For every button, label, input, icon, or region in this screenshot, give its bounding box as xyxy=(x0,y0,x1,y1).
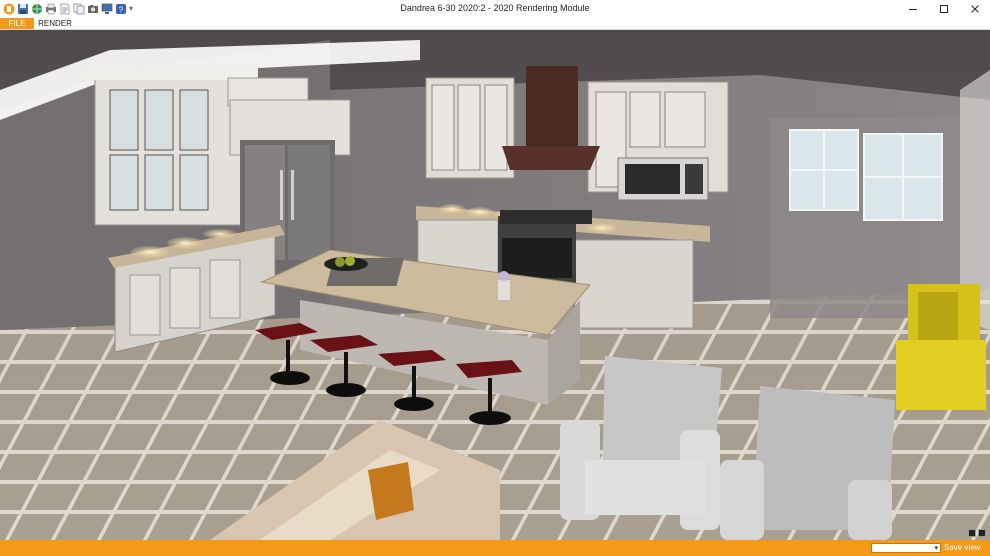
monitor-icon[interactable] xyxy=(100,2,113,15)
globe-icon[interactable] xyxy=(30,2,43,15)
window-title: Dandrea 6-30 2020:2 - 2020 Rendering Mod… xyxy=(400,3,590,13)
kitchen-render xyxy=(0,30,990,540)
viewport-option-icon[interactable] xyxy=(968,529,976,537)
status-bar: ▾ Save view xyxy=(0,540,990,556)
toolbar-more-icon[interactable]: ▾ xyxy=(129,4,133,13)
print-icon[interactable] xyxy=(44,2,57,15)
window-controls xyxy=(897,0,990,18)
accent-chair xyxy=(896,284,986,410)
viewport-corner-controls xyxy=(968,529,986,537)
camera-icon[interactable] xyxy=(86,2,99,15)
menu-render[interactable]: RENDER xyxy=(36,18,74,29)
render-viewport[interactable] xyxy=(0,30,990,540)
maximize-icon[interactable] xyxy=(928,0,959,18)
chevron-down-icon: ▾ xyxy=(934,545,938,552)
document-icon[interactable] xyxy=(58,2,71,15)
title-bar: ? ▾ Dandrea 6-30 2020:2 - 2020 Rendering… xyxy=(0,0,990,19)
help-icon[interactable]: ? xyxy=(114,2,127,15)
menu-bar: FILE RENDER xyxy=(0,18,990,30)
microwave xyxy=(617,157,709,201)
save-icon[interactable] xyxy=(16,2,29,15)
save-view-button[interactable]: Save view xyxy=(944,543,980,553)
quick-access-toolbar: ? ▾ xyxy=(2,2,133,15)
app-icon[interactable] xyxy=(2,2,15,15)
svg-text:?: ? xyxy=(118,5,123,14)
saved-view-select[interactable]: ▾ xyxy=(871,543,941,553)
viewport-fullscreen-icon[interactable] xyxy=(978,529,986,537)
minimize-icon[interactable] xyxy=(897,0,928,18)
close-icon[interactable] xyxy=(959,0,990,18)
copy-icon[interactable] xyxy=(72,2,85,15)
menu-file[interactable]: FILE xyxy=(0,18,34,29)
